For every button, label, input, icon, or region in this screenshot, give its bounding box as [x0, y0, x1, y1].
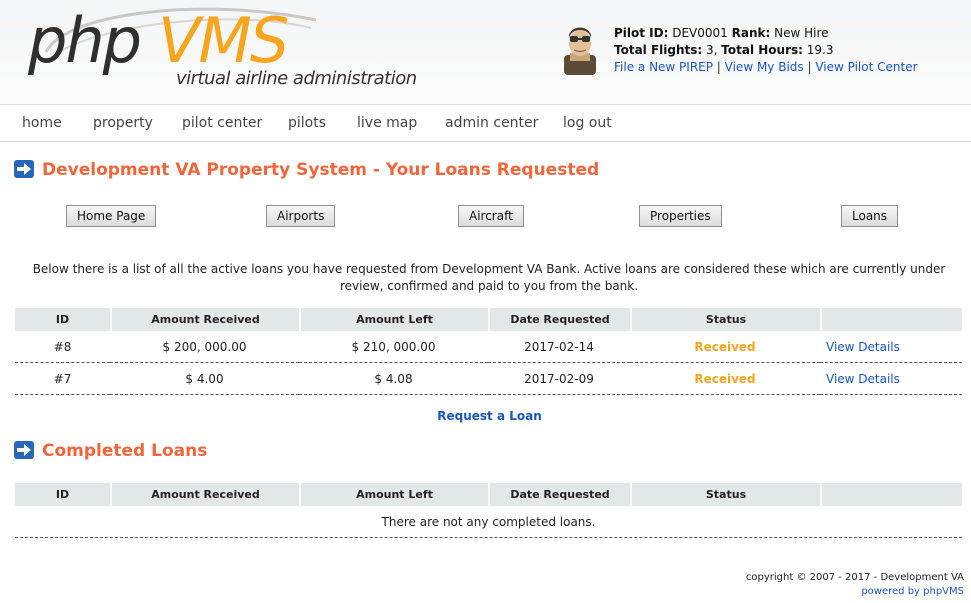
- col-date-requested: Date Requested: [488, 308, 630, 331]
- view-bids-link[interactable]: View My Bids: [725, 60, 804, 74]
- col-id: ID: [15, 483, 110, 506]
- arrow-right-icon: [14, 160, 34, 178]
- loan-date-requested: 2017-02-09: [488, 363, 630, 395]
- nav-pilots[interactable]: pilots: [288, 115, 326, 131]
- home-page-button[interactable]: Home Page: [66, 205, 157, 227]
- properties-button[interactable]: Properties: [639, 205, 722, 227]
- table-row: #7 $ 4.00 $ 4.08 2017-02-09 Received Vie…: [15, 363, 962, 395]
- table-row: There are not any completed loans.: [15, 506, 962, 538]
- page-title-text: Development VA Property System - Your Lo…: [42, 160, 600, 180]
- nav-property[interactable]: property: [93, 115, 153, 131]
- loan-amount-received: $ 4.00: [110, 363, 299, 395]
- pilot-rank-value: New Hire: [770, 26, 829, 40]
- request-loan-container: Request a Loan: [0, 409, 971, 423]
- arrow-right-icon: [14, 441, 34, 459]
- col-status: Status: [630, 483, 820, 506]
- view-details-link[interactable]: View Details: [826, 372, 900, 386]
- logo-tagline: virtual airline administration: [176, 68, 417, 89]
- loan-actions-cell: View Details: [820, 363, 962, 395]
- pilot-rank-label: Rank:: [731, 26, 771, 40]
- powered-by-link[interactable]: powered by phpVMS: [861, 586, 964, 597]
- nav-pilot-center[interactable]: pilot center: [182, 115, 262, 131]
- completed-loans-title: Completed Loans: [14, 441, 207, 461]
- nav-live-map[interactable]: live map: [357, 115, 417, 131]
- aircraft-button[interactable]: Aircraft: [458, 205, 524, 227]
- logo-php-text: php: [28, 4, 142, 77]
- loan-status: Received: [630, 331, 820, 363]
- table-header-row: ID Amount Received Amount Left Date Requ…: [15, 483, 962, 506]
- site-header: php VMS virtual airline administration P…: [0, 0, 971, 104]
- table-row: #8 $ 200, 000.00 $ 210, 000.00 2017-02-1…: [15, 331, 962, 363]
- nav-admin-center[interactable]: admin center: [445, 115, 538, 131]
- footer: copyright © 2007 - 2017 - Development VA…: [746, 571, 964, 599]
- view-details-link[interactable]: View Details: [826, 340, 900, 354]
- nav-home[interactable]: home: [22, 115, 62, 131]
- pilot-info-text: Pilot ID: DEV0001 Rank: New Hire Total F…: [614, 25, 918, 76]
- intro-text: Below there is a list of all the active …: [32, 262, 946, 293]
- table-header-row: ID Amount Received Amount Left Date Requ…: [15, 308, 962, 331]
- pilot-avatar-icon: [564, 27, 596, 75]
- loans-button[interactable]: Loans: [841, 205, 899, 227]
- col-id: ID: [15, 308, 110, 331]
- total-hours-value: 19.3: [802, 43, 834, 57]
- main-nav: home property pilot center pilots live m…: [0, 104, 971, 142]
- active-loans-table: ID Amount Received Amount Left Date Requ…: [15, 308, 962, 395]
- request-loan-link[interactable]: Request a Loan: [437, 409, 542, 423]
- loan-status: Received: [630, 363, 820, 395]
- completed-loans-table: ID Amount Received Amount Left Date Requ…: [15, 483, 962, 538]
- col-actions: [820, 308, 962, 331]
- completed-loans-title-text: Completed Loans: [42, 441, 208, 461]
- pilot-id-label: Pilot ID:: [614, 26, 669, 40]
- loan-amount-left: $ 4.08: [299, 363, 488, 395]
- col-actions: [820, 483, 962, 506]
- total-flights-value: 3,: [702, 43, 722, 57]
- col-date-requested: Date Requested: [488, 483, 630, 506]
- col-status: Status: [630, 308, 820, 331]
- file-pirep-link[interactable]: File a New PIREP: [614, 60, 713, 74]
- view-pilot-center-link[interactable]: View Pilot Center: [815, 60, 917, 74]
- loan-date-requested: 2017-02-14: [488, 331, 630, 363]
- link-separator: |: [712, 60, 725, 74]
- empty-message: There are not any completed loans.: [15, 506, 962, 538]
- col-amount-received: Amount Received: [110, 483, 299, 506]
- phpvms-logo[interactable]: php VMS virtual airline administration: [26, 2, 417, 102]
- page-title: Development VA Property System - Your Lo…: [14, 160, 599, 180]
- airports-button[interactable]: Airports: [266, 205, 336, 227]
- link-separator: |: [803, 60, 816, 74]
- total-flights-label: Total Flights:: [614, 43, 703, 57]
- pilot-id-value: DEV0001: [668, 26, 732, 40]
- col-amount-received: Amount Received: [110, 308, 299, 331]
- loan-id: #8: [15, 331, 110, 363]
- loan-amount-received: $ 200, 000.00: [110, 331, 299, 363]
- loan-amount-left: $ 210, 000.00: [299, 331, 488, 363]
- loan-actions-cell: View Details: [820, 331, 962, 363]
- loan-id: #7: [15, 363, 110, 395]
- col-amount-left: Amount Left: [299, 483, 488, 506]
- nav-log-out[interactable]: log out: [563, 115, 612, 131]
- col-amount-left: Amount Left: [299, 308, 488, 331]
- total-hours-label: Total Hours:: [721, 43, 803, 57]
- copyright-text: copyright © 2007 - 2017 - Development VA: [745, 572, 964, 583]
